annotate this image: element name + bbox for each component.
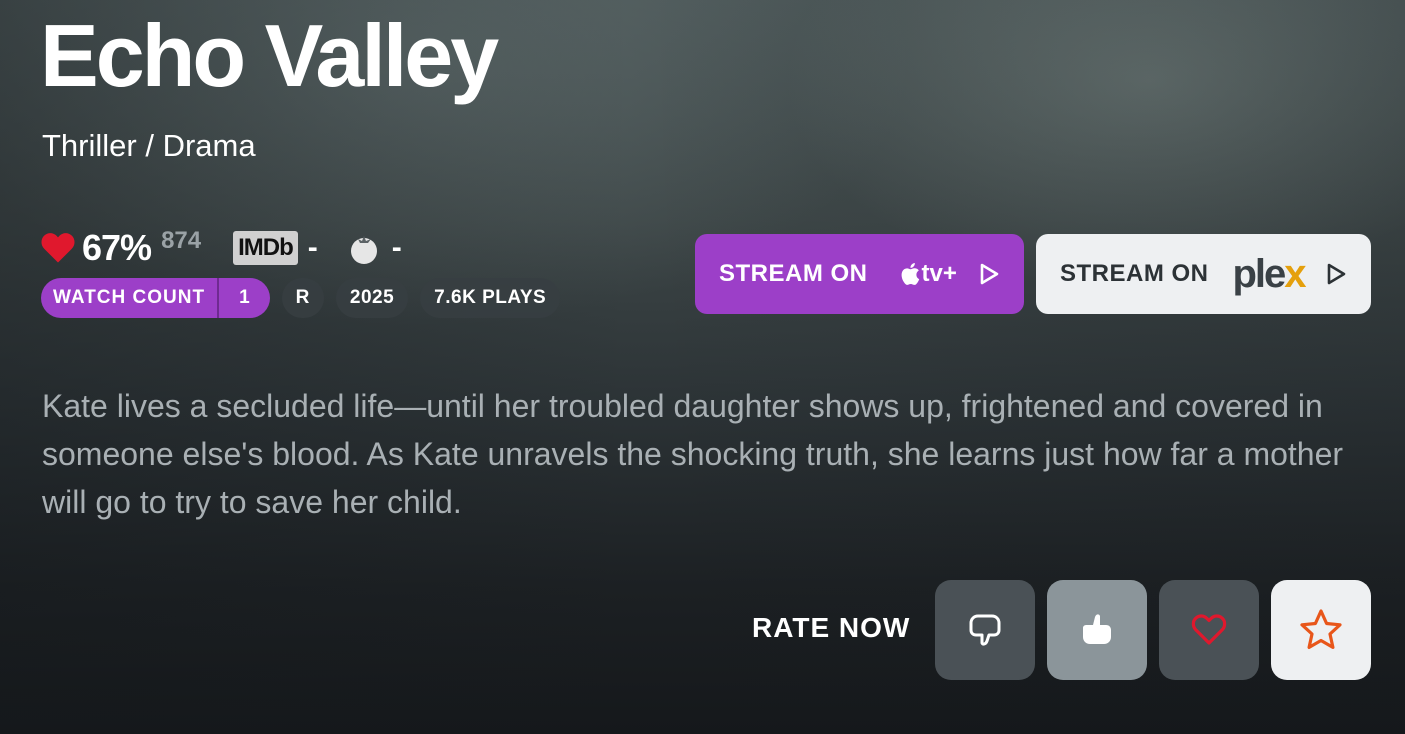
apple-icon <box>901 263 919 285</box>
watch-count-value: 1 <box>239 287 250 308</box>
movie-description: Kate lives a secluded life—until her tro… <box>42 388 1344 520</box>
watch-count-badge: WATCH COUNT 1 <box>41 278 270 318</box>
stream-on-plex-button[interactable]: STREAM ON ple x <box>1036 234 1371 314</box>
plex-logo-accent: x <box>1284 251 1306 296</box>
apple-tv-logo: tv+ <box>900 260 957 288</box>
thumbs-down-button[interactable] <box>935 580 1035 680</box>
stream-on-apple-tv-button[interactable]: STREAM ON tv+ <box>695 234 1024 314</box>
tomato-icon <box>350 236 377 264</box>
plex-logo-text: ple <box>1232 251 1287 296</box>
favorite-star-button[interactable] <box>1271 580 1371 680</box>
plex-logo: ple x <box>1232 251 1307 297</box>
star-icon <box>1300 609 1342 649</box>
content-rating-badge: R <box>281 278 324 318</box>
apple-tv-provider: tv+ <box>921 260 957 287</box>
thumbs-up-icon <box>1083 614 1111 644</box>
year-badge: 2025 <box>335 278 409 318</box>
play-icon <box>1327 263 1346 285</box>
imdb-score: - <box>307 231 318 264</box>
movie-detail: Echo Valley Thriller / Drama 67% 874 IMD… <box>0 0 1405 734</box>
movie-title: Echo Valley <box>40 6 499 105</box>
plays-badge: 7.6K PLAYS <box>420 278 561 318</box>
imdb-logo: IMDb <box>233 231 298 265</box>
community-score: 67% <box>82 227 152 268</box>
community-votes: 874 <box>161 227 202 254</box>
heart-icon <box>41 233 75 263</box>
heart-outline-icon <box>1191 614 1227 645</box>
ratings-row: 67% 874 IMDb - - <box>40 226 402 270</box>
stream-label: STREAM ON <box>719 260 868 287</box>
love-button[interactable] <box>1159 580 1259 680</box>
play-icon <box>980 263 999 285</box>
badges-row: WATCH COUNT 1 R 2025 7.6K PLAYS <box>41 278 561 318</box>
stream-label: STREAM ON <box>1060 260 1209 287</box>
watch-count-label: WATCH COUNT <box>41 278 220 318</box>
movie-genres: Thriller / Drama <box>42 128 256 163</box>
rate-now-label: RATE NOW <box>752 612 911 643</box>
thumbs-up-button[interactable] <box>1047 580 1147 680</box>
thumbs-down-icon <box>969 614 1001 646</box>
rotten-score: - <box>391 231 402 264</box>
